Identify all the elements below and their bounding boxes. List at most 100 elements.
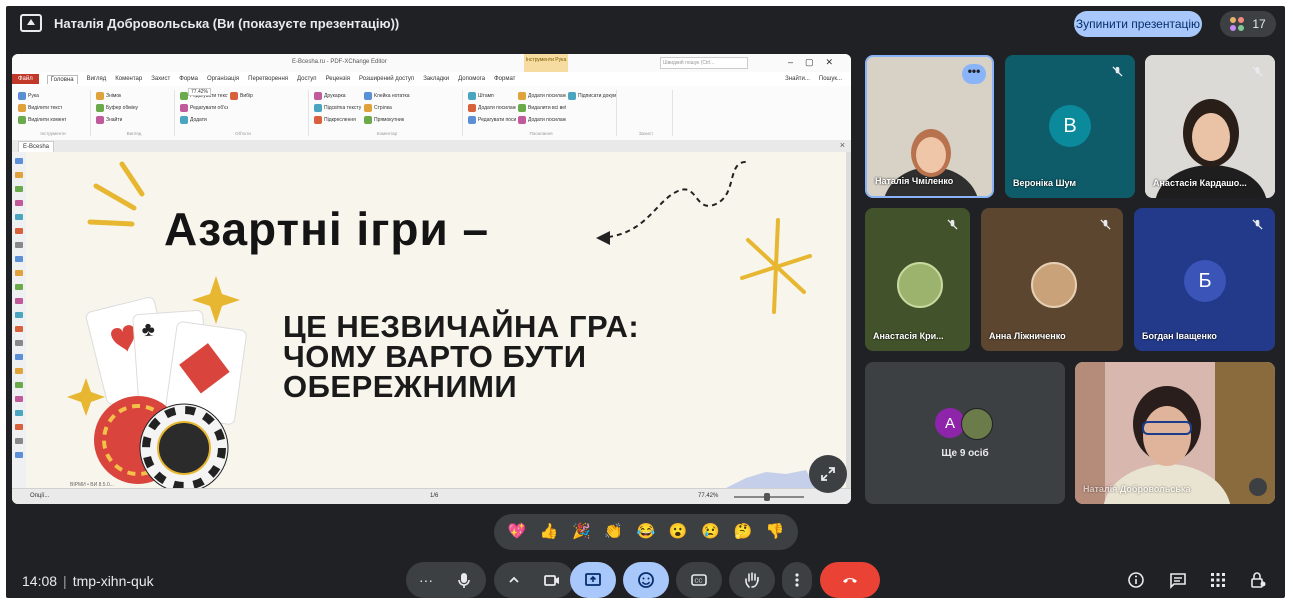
options-menu[interactable]: Опції... — [30, 493, 49, 499]
menu-item[interactable]: Вигляд — [87, 76, 107, 82]
menu-item[interactable]: Рецензія — [326, 76, 350, 82]
ribbon-tool-label[interactable]: Виділити коментарі — [28, 117, 66, 123]
side-tool-icon[interactable] — [15, 200, 23, 206]
participant-tile[interactable]: Анастасія Кардашо... — [1145, 55, 1275, 198]
side-tool-icon[interactable] — [15, 270, 23, 276]
ribbon-tool-icon[interactable] — [230, 92, 238, 100]
ribbon-tool-label[interactable]: Знімок — [106, 93, 121, 99]
ribbon-tool-icon[interactable] — [568, 92, 576, 100]
ribbon-tool-label[interactable]: Рука — [28, 93, 39, 99]
camera-settings-icon[interactable] — [1249, 478, 1267, 496]
side-tool-icon[interactable] — [15, 438, 23, 444]
more-options-button[interactable]: ••• — [962, 64, 986, 84]
camera-button[interactable] — [532, 571, 572, 589]
ribbon-tool-label[interactable]: Додати посилання до URL-адрес — [528, 93, 566, 99]
more-options-button[interactable] — [782, 562, 812, 598]
side-tool-icon[interactable] — [15, 424, 23, 430]
ribbon-tool-icon[interactable] — [18, 116, 26, 124]
reaction-emoji[interactable]: 👍 — [540, 523, 559, 541]
side-tool-icon[interactable] — [15, 284, 23, 290]
reaction-emoji[interactable]: 😮 — [669, 523, 688, 541]
menu-item[interactable]: Перетворення — [248, 76, 288, 82]
side-tool-icon[interactable] — [15, 256, 23, 262]
menu-item[interactable]: Коментар — [115, 76, 142, 82]
activities-button[interactable] — [1208, 570, 1228, 590]
reaction-emoji[interactable]: 😂 — [637, 523, 656, 541]
ribbon-tool-label[interactable]: Штамп — [478, 93, 494, 99]
side-tool-icon[interactable] — [15, 354, 23, 360]
reactions-button[interactable] — [623, 562, 669, 598]
close-document-icon[interactable]: × — [840, 140, 845, 150]
menu-item[interactable]: Головна — [46, 74, 78, 84]
ribbon-tool-icon[interactable] — [314, 116, 322, 124]
vertical-scrollbar[interactable] — [846, 152, 851, 488]
ribbon-tool-label[interactable]: Підкреслення — [324, 117, 356, 123]
ribbon-tool-label[interactable]: Стрілка — [374, 105, 392, 111]
ribbon-tool-label[interactable]: Буфер обміну — [106, 105, 138, 111]
ribbon-tool-label[interactable]: Видалити всі веб-посилання — [528, 105, 566, 111]
ribbon-tool-label[interactable]: Вибір — [240, 93, 253, 99]
ribbon-tool-label[interactable]: Додати посилання — [478, 105, 516, 111]
ribbon-tool-icon[interactable] — [364, 92, 372, 100]
participants-button[interactable]: 17 — [1220, 11, 1276, 37]
meeting-details-button[interactable] — [1126, 570, 1146, 590]
reaction-emoji[interactable]: 🎉 — [572, 523, 591, 541]
side-tool-icon[interactable] — [15, 326, 23, 332]
menu-item[interactable]: Форма — [179, 76, 198, 82]
zoom-slider[interactable] — [734, 493, 804, 501]
ribbon-tool-icon[interactable] — [96, 116, 104, 124]
more-participants-tile[interactable]: A Ще 9 осіб — [865, 362, 1065, 504]
menu-item[interactable]: Організація — [207, 76, 239, 82]
reaction-emoji[interactable]: 👎 — [766, 523, 785, 541]
menu-item[interactable]: Формат — [494, 76, 515, 82]
ribbon-tool-label[interactable]: Додати — [190, 117, 207, 123]
side-tool-icon[interactable] — [15, 340, 23, 346]
side-tool-icon[interactable] — [15, 158, 23, 164]
zoom-level[interactable]: 77.42% — [698, 493, 718, 499]
captions-button[interactable]: CC — [676, 562, 722, 598]
side-tool-icon[interactable] — [15, 312, 23, 318]
menu-search-item[interactable]: Знайти... — [785, 76, 810, 82]
ribbon-tool-icon[interactable] — [180, 116, 188, 124]
reaction-emoji[interactable]: 👏 — [604, 523, 623, 541]
ribbon-tool-icon[interactable] — [468, 92, 476, 100]
participant-tile[interactable]: Анна Ліжниченко — [981, 208, 1123, 351]
ribbon-tool-icon[interactable] — [314, 104, 322, 112]
ribbon-tool-icon[interactable] — [18, 104, 26, 112]
audio-options-button[interactable]: ··· — [408, 572, 444, 588]
ribbon-tool-label[interactable]: Редагувати об'єкти — [190, 105, 228, 111]
microphone-button[interactable] — [444, 571, 484, 589]
leave-call-button[interactable] — [820, 562, 880, 598]
zoom-input[interactable]: 77.42% — [188, 88, 211, 96]
ribbon-tool-label[interactable]: Редагувати посилання — [478, 117, 516, 123]
ribbon-tool-label[interactable]: Клейка нотатка — [374, 93, 410, 99]
host-controls-button[interactable] — [1248, 570, 1268, 590]
menu-item[interactable]: Файл — [12, 74, 39, 84]
chat-button[interactable] — [1168, 570, 1188, 590]
quick-search-field[interactable]: Швидкий пошук (Ctrl... — [660, 57, 748, 69]
side-tool-icon[interactable] — [15, 452, 23, 458]
ribbon-tool-icon[interactable] — [518, 116, 526, 124]
participant-tile[interactable]: Б Богдан Іващенко — [1134, 208, 1275, 351]
menu-search-item[interactable]: Пошук... — [819, 76, 842, 82]
side-tool-icon[interactable] — [15, 242, 23, 248]
side-tool-icon[interactable] — [15, 228, 23, 234]
ribbon-tool-icon[interactable] — [364, 116, 372, 124]
self-view-tile[interactable]: Наталія Добровольська — [1075, 362, 1275, 504]
ribbon-tool-icon[interactable] — [180, 104, 188, 112]
ribbon-tool-icon[interactable] — [518, 104, 526, 112]
ribbon-tool-icon[interactable] — [96, 92, 104, 100]
ribbon-tool-icon[interactable] — [314, 92, 322, 100]
menu-item[interactable]: Допомога — [458, 76, 485, 82]
ribbon-tool-icon[interactable] — [18, 92, 26, 100]
ribbon-tool-label[interactable]: Підсвітка тексту — [324, 105, 361, 111]
participant-tile[interactable]: ••• Наталія Чміленко — [865, 55, 994, 198]
video-options-button[interactable] — [496, 571, 532, 589]
reaction-emoji[interactable]: 💖 — [508, 523, 527, 541]
ribbon-tool-icon[interactable] — [96, 104, 104, 112]
participant-tile[interactable]: В Вероніка Шум — [1005, 55, 1135, 198]
reaction-emoji[interactable]: 🤔 — [733, 523, 752, 541]
page-indicator[interactable]: 1/6 — [430, 493, 438, 499]
ribbon-tool-label[interactable]: Знайти — [106, 117, 122, 123]
window-controls[interactable]: –▢✕ — [788, 57, 845, 68]
